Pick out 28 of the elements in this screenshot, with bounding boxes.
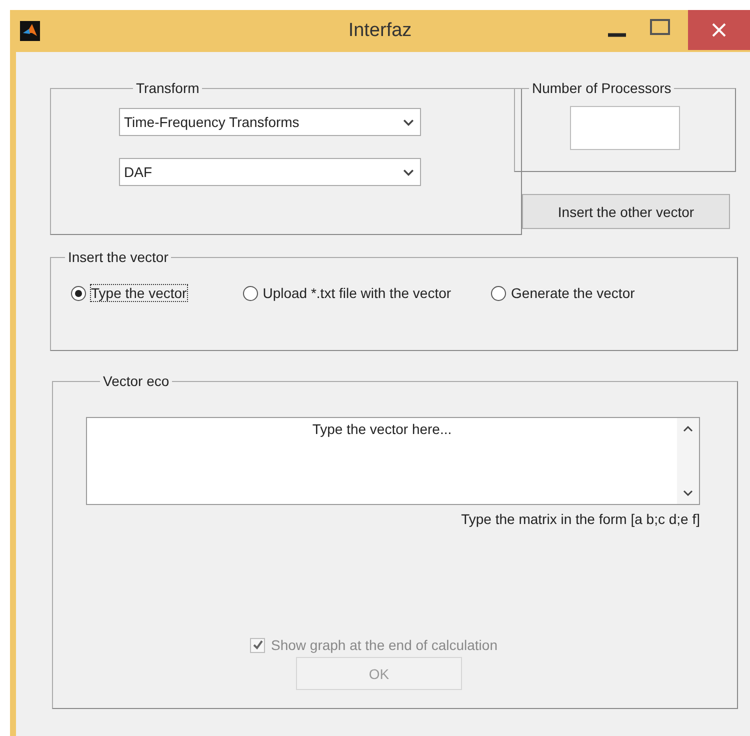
app-logo-icon — [20, 21, 40, 41]
close-button[interactable] — [688, 10, 750, 50]
radio-button[interactable] — [242, 286, 258, 300]
scroll-up-icon[interactable] — [683, 426, 693, 432]
minimize-icon[interactable] — [608, 33, 626, 37]
radio-button[interactable] — [491, 286, 506, 300]
text-area[interactable]: Type the vector here... — [86, 417, 700, 505]
maximize-icon[interactable] — [650, 19, 670, 35]
chevron-down-icon — [403, 118, 414, 126]
hint-text: Type the matrix in the form [a b;c d;e f] — [460, 511, 700, 527]
insert-vector-button[interactable]: Insert the other vector — [522, 194, 730, 229]
checkbox-label: Show graph at the end of calculation — [271, 637, 498, 653]
chevron-down-icon — [403, 168, 414, 176]
dropdown[interactable]: DAF — [119, 158, 421, 186]
radio-label[interactable]: Type the vector — [91, 285, 187, 301]
window-title: Interfaz — [348, 20, 412, 42]
panel-title: Transform — [135, 80, 200, 96]
panel-title: Number of Processors — [531, 80, 672, 96]
radio-button[interactable] — [71, 286, 86, 300]
panel-title: Vector eco — [102, 373, 170, 389]
input-field[interactable] — [570, 106, 680, 150]
radio-label[interactable]: Upload *.txt file with the vector — [262, 285, 452, 301]
radio-label[interactable]: Generate the vector — [511, 285, 635, 301]
close-icon — [712, 23, 726, 37]
scroll-down-icon[interactable] — [683, 490, 693, 496]
panel-title: Insert the vector — [67, 249, 170, 265]
dropdown[interactable]: Time-Frequency Transforms — [119, 108, 421, 136]
scrollbar[interactable] — [677, 418, 699, 504]
